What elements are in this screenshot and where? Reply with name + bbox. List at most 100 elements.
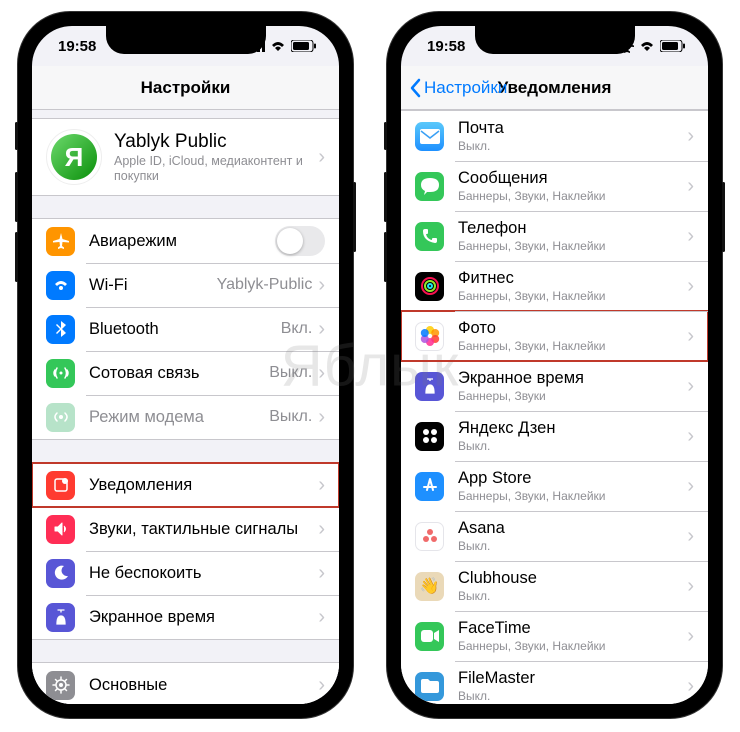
filemaster-icon	[415, 672, 444, 701]
row-title: Фитнес	[458, 268, 687, 289]
chevron-right-icon: ›	[318, 475, 325, 495]
battery-icon	[660, 40, 686, 52]
row-sub: Выкл.	[458, 439, 687, 453]
notifications-scroll[interactable]: ПочтаВыкл.›СообщенияБаннеры, Звуки, Накл…	[401, 110, 708, 704]
row-title: Bluetooth	[89, 319, 281, 340]
chevron-right-icon: ›	[687, 276, 694, 296]
row-title: App Store	[458, 468, 687, 489]
row-sub: Выкл.	[458, 589, 687, 603]
chevron-right-icon: ›	[687, 476, 694, 496]
general-row[interactable]: Основные›	[32, 663, 339, 704]
nav-bar: Настройки Уведомления	[401, 66, 708, 110]
cellular-icon	[46, 359, 75, 388]
chevron-right-icon: ›	[318, 407, 325, 427]
notch	[106, 26, 266, 54]
row-sub: Баннеры, Звуки, Наклейки	[458, 489, 687, 503]
phone-icon	[415, 222, 444, 251]
nav-bar: Настройки	[32, 66, 339, 110]
chevron-right-icon: ›	[687, 176, 694, 196]
bluetooth-icon	[46, 315, 75, 344]
row-title: Экранное время	[89, 607, 318, 628]
chevron-right-icon: ›	[318, 519, 325, 539]
row-value: Выкл.	[269, 408, 312, 426]
row-title: Яндекс Дзен	[458, 418, 687, 439]
row-sub: Выкл.	[458, 689, 687, 703]
row-sub: Баннеры, Звуки, Наклейки	[458, 239, 687, 253]
chevron-right-icon: ›	[318, 319, 325, 339]
row-value: Выкл.	[269, 364, 312, 382]
screentime2-row[interactable]: Экранное времяБаннеры, Звуки›	[401, 361, 708, 411]
chevron-right-icon: ›	[318, 563, 325, 583]
chevron-right-icon: ›	[687, 376, 694, 396]
zen-row[interactable]: Яндекс ДзенВыкл.›	[401, 411, 708, 461]
apple-id-row[interactable]: Я Yablyk Public Apple ID, iCloud, медиак…	[32, 119, 339, 195]
phone-frame-left: 19:58 Настройки Я Yablyk Public Apple I	[18, 12, 353, 718]
row-sub: Баннеры, Звуки, Наклейки	[458, 339, 687, 353]
chevron-right-icon: ›	[687, 526, 694, 546]
general-icon	[46, 671, 75, 700]
row-value: Yablyk-Public	[217, 276, 313, 294]
chevron-right-icon: ›	[687, 426, 694, 446]
chevron-right-icon: ›	[318, 275, 325, 295]
row-title: Звуки, тактильные сигналы	[89, 519, 318, 540]
row-sub: Выкл.	[458, 139, 687, 153]
nav-title: Настройки	[141, 78, 231, 98]
messages-row[interactable]: СообщенияБаннеры, Звуки, Наклейки›	[401, 161, 708, 211]
asana-row[interactable]: AsanaВыкл.›	[401, 511, 708, 561]
photos-icon	[415, 322, 444, 351]
cellular-row[interactable]: Сотовая связьВыкл. ›	[32, 351, 339, 395]
screentime-row[interactable]: Экранное время›	[32, 595, 339, 639]
phone-frame-right: 19:58 Настройки Уведомления ПочтаВыкл.›С…	[387, 12, 722, 718]
chevron-right-icon: ›	[687, 626, 694, 646]
nav-back-button[interactable]: Настройки	[409, 78, 507, 98]
row-title: Asana	[458, 518, 687, 539]
messages-icon	[415, 172, 444, 201]
phone-row[interactable]: ТелефонБаннеры, Звуки, Наклейки›	[401, 211, 708, 261]
sounds-row[interactable]: Звуки, тактильные сигналы›	[32, 507, 339, 551]
zen-icon	[415, 422, 444, 451]
avatar: Я	[46, 129, 102, 185]
hotspot-row[interactable]: Режим модемаВыкл.›	[32, 395, 339, 439]
row-title: Сотовая связь	[89, 363, 269, 384]
bluetooth-row[interactable]: BluetoothВкл. ›	[32, 307, 339, 351]
fitness-row[interactable]: ФитнесБаннеры, Звуки, Наклейки›	[401, 261, 708, 311]
mail-row[interactable]: ПочтаВыкл.›	[401, 111, 708, 161]
photos-row[interactable]: ФотоБаннеры, Звуки, Наклейки›	[401, 311, 708, 361]
row-title: Уведомления	[89, 475, 318, 496]
chevron-right-icon: ›	[318, 607, 325, 627]
row-sub: Баннеры, Звуки	[458, 389, 687, 403]
hotspot-icon	[46, 403, 75, 432]
battery-icon	[291, 40, 317, 52]
row-title: Clubhouse	[458, 568, 687, 589]
account-name: Yablyk Public	[114, 130, 318, 154]
dnd-row[interactable]: Не беспокоить›	[32, 551, 339, 595]
row-title: Основные	[89, 675, 318, 696]
row-title: Не беспокоить	[89, 563, 318, 584]
filemaster-row[interactable]: FileMasterВыкл.›	[401, 661, 708, 704]
settings-scroll[interactable]: Я Yablyk Public Apple ID, iCloud, медиак…	[32, 110, 339, 704]
wifi-icon	[46, 271, 75, 300]
dnd-icon	[46, 559, 75, 588]
fitness-icon	[415, 272, 444, 301]
appstore-row[interactable]: App StoreБаннеры, Звуки, Наклейки›	[401, 461, 708, 511]
wifi-icon	[639, 40, 655, 52]
wifi-row[interactable]: Wi-FiYablyk-Public›	[32, 263, 339, 307]
airplane-row[interactable]: Авиарежим	[32, 219, 339, 263]
chevron-right-icon: ›	[687, 576, 694, 596]
row-title: Почта	[458, 118, 687, 139]
airplane-icon	[46, 227, 75, 256]
row-value: Вкл.	[281, 320, 313, 338]
row-title: Авиарежим	[89, 231, 275, 252]
asana-icon	[415, 522, 444, 551]
facetime-row[interactable]: FaceTimeБаннеры, Звуки, Наклейки›	[401, 611, 708, 661]
chevron-right-icon: ›	[318, 675, 325, 695]
chevron-right-icon: ›	[687, 226, 694, 246]
chevron-right-icon: ›	[687, 676, 694, 696]
row-title: Телефон	[458, 218, 687, 239]
toggle[interactable]	[275, 226, 325, 256]
row-title: Экранное время	[458, 368, 687, 389]
chevron-right-icon: ›	[318, 363, 325, 383]
nav-title: Уведомления	[498, 78, 612, 98]
clubhouse-row[interactable]: 👋ClubhouseВыкл.›	[401, 561, 708, 611]
notifications-row[interactable]: Уведомления›	[32, 463, 339, 507]
